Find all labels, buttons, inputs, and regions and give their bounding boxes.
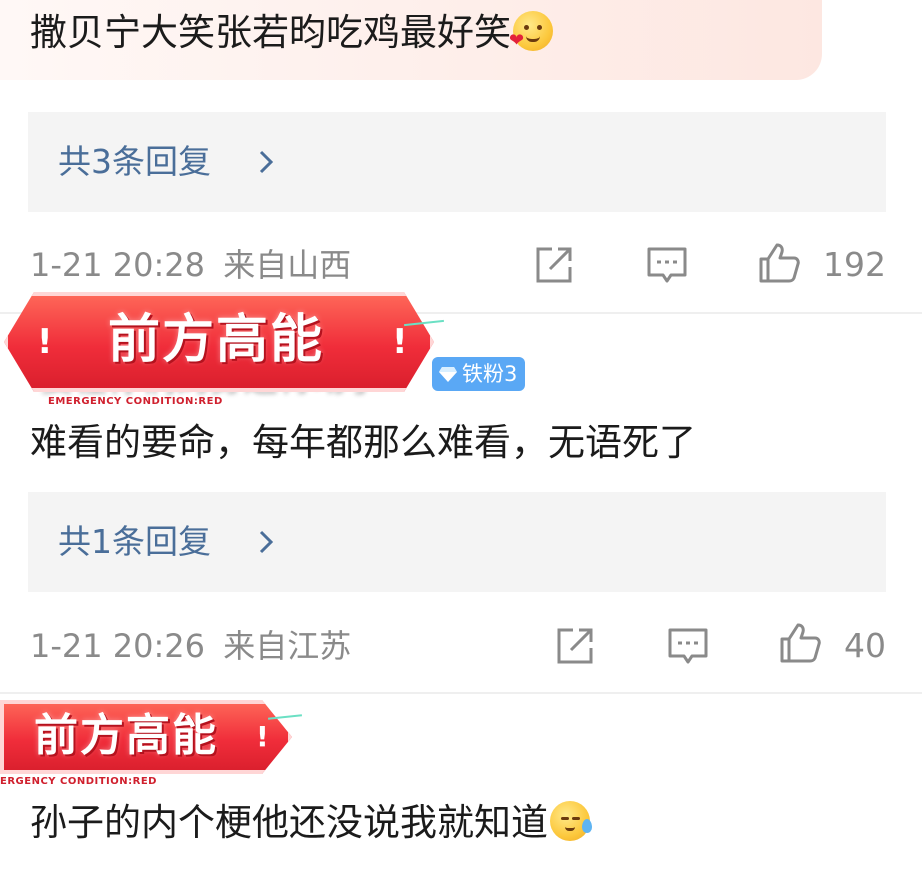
location: 来自山西 xyxy=(223,246,352,284)
diamond-icon xyxy=(439,367,457,382)
location: 来自江苏 xyxy=(223,627,352,665)
like-count: 40 xyxy=(844,626,886,665)
replies-link[interactable]: 共1条回复 xyxy=(28,492,886,592)
replies-link[interactable]: 共3条回复 xyxy=(28,112,886,212)
banner-title: 前方高能 xyxy=(108,310,325,370)
fan-level-badge: 铁粉3 xyxy=(432,357,526,391)
replies-count-label: 共3条回复 xyxy=(58,142,211,181)
laughing-heart-emoji-icon: ❤ xyxy=(509,11,553,51)
sweat-emoji-icon xyxy=(550,801,592,841)
comment-icon[interactable] xyxy=(666,624,710,668)
banner-subtitle: EMERGENCY CONDITION:RED xyxy=(48,396,223,407)
comment-text: 难看的要命，每年都那么难看，无语死了 xyxy=(30,421,696,464)
divider xyxy=(0,692,922,694)
share-icon[interactable] xyxy=(532,243,576,287)
like-icon[interactable] xyxy=(757,241,801,285)
share-icon[interactable] xyxy=(553,624,597,668)
like-count: 192 xyxy=(823,245,886,284)
high-energy-banner: ! 前方高能 ! EMERGENCY CONDITION:RED xyxy=(4,292,440,410)
banner-title: 前方高能 xyxy=(34,710,218,761)
comment-text: 孙子的内个梗他还没说我就知道 xyxy=(30,798,592,848)
timestamp: 1-21 20:26 xyxy=(30,627,206,665)
replies-count-label: 共1条回复 xyxy=(58,522,211,561)
comment-text: 撒贝宁大笑张若昀吃鸡最好笑 ❤ xyxy=(30,8,553,58)
banner-subtitle: ERGENCY CONDITION:RED xyxy=(0,776,157,787)
like-icon[interactable] xyxy=(778,621,822,665)
comment-meta: 1-21 20:28 来自山西 xyxy=(30,243,351,287)
timestamp: 1-21 20:28 xyxy=(30,246,206,284)
chevron-right-icon xyxy=(259,530,274,554)
comment-icon[interactable] xyxy=(645,243,689,287)
comment-meta: 1-21 20:26 来自江苏 xyxy=(30,624,351,668)
chevron-right-icon xyxy=(259,150,274,174)
high-energy-banner: 前方高能 ! ERGENCY CONDITION:RED xyxy=(0,700,300,790)
